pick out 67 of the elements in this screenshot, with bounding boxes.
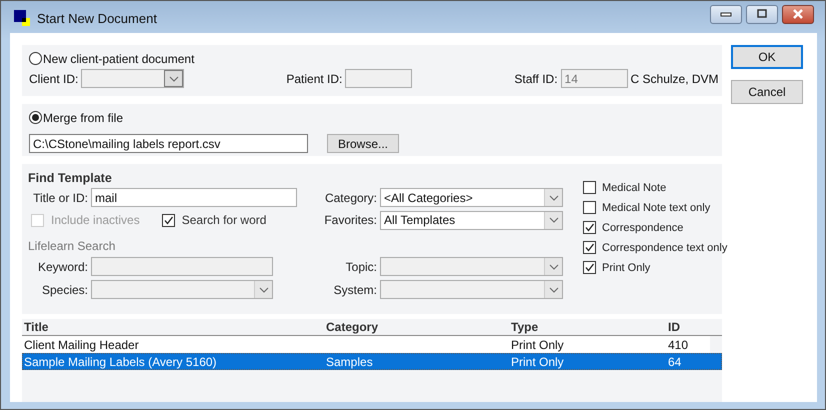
caret-icon [548, 194, 558, 200]
table-row[interactable]: Sample Mailing Labels (Avery 5160) Samples Print Only 64 [22, 353, 722, 370]
field-label: Patient ID: [286, 72, 342, 86]
client-id-dropdown[interactable] [81, 69, 184, 88]
column-header[interactable]: Type [509, 320, 666, 334]
radio-label[interactable]: Merge from file [43, 110, 124, 124]
checkbox[interactable] [583, 201, 596, 214]
field-label: Topic: [344, 260, 377, 274]
ok-button[interactable]: OK [731, 45, 803, 69]
staff-id-field[interactable]: 14 [560, 69, 628, 88]
minimize-button[interactable] [710, 4, 742, 24]
field-label: Category: [324, 190, 377, 204]
cancel-button[interactable]: Cancel [731, 80, 803, 104]
table-cell-text: 410 [667, 338, 690, 352]
checkbox[interactable] [583, 221, 596, 234]
keyword-field[interactable] [91, 257, 273, 276]
checkbox[interactable] [162, 214, 175, 226]
field-label: Staff ID: [514, 72, 558, 86]
column-header[interactable]: Category [324, 320, 509, 334]
favorites-dropdown[interactable]: All Templates [380, 210, 563, 230]
caret-icon [548, 286, 558, 292]
browse-button[interactable]: Browse... [327, 134, 399, 153]
close-button[interactable] [782, 4, 814, 24]
file-path-field[interactable]: C:\CStone\mailing labels report.csv [29, 134, 308, 153]
table-cell-text: Client Mailing Header [23, 338, 140, 352]
radio-label[interactable]: New client-patient document [43, 52, 194, 66]
radio-button[interactable] [29, 52, 42, 65]
table-cell-text: Print Only [510, 338, 565, 352]
checkbox-label[interactable]: Print Only [602, 262, 650, 274]
close-icon [792, 9, 804, 19]
patient-id-field[interactable] [345, 69, 412, 88]
checkbox[interactable] [583, 181, 596, 194]
section-heading: Lifelearn Search [28, 239, 116, 255]
checkbox-label[interactable]: Medical Note text only [602, 202, 710, 214]
table-cell-text: 64 [667, 354, 682, 368]
field-label: Client ID: [29, 72, 78, 86]
column-header[interactable]: Title [22, 320, 324, 334]
maximize-icon [756, 9, 768, 19]
field-label: Keyword: [36, 260, 88, 274]
maximize-button[interactable] [746, 4, 778, 24]
column-header[interactable]: ID [666, 320, 710, 334]
caret-icon [258, 286, 268, 292]
section-heading: Find Template [28, 170, 113, 184]
table-cell-text: Samples [325, 354, 374, 368]
checkbox[interactable] [583, 241, 596, 254]
minimize-icon [720, 11, 732, 17]
table-cell-text: Print Only [510, 354, 565, 368]
title-field[interactable]: mail [91, 188, 297, 207]
table-row[interactable]: Client Mailing Header Print Only 410 [22, 336, 710, 353]
checkbox[interactable] [583, 261, 596, 274]
field-label: Species: [40, 282, 88, 296]
staff-name: C Schulze, DVM [630, 72, 719, 86]
field-label: System: [332, 282, 377, 296]
field-label: Favorites: [323, 213, 377, 227]
caret-icon [548, 264, 558, 270]
radio-button[interactable] [29, 111, 42, 124]
field-label: Title or ID: [32, 190, 88, 204]
caret-icon [548, 217, 558, 223]
checkbox-label[interactable]: Medical Note [602, 182, 666, 194]
window-title: Start New Document [37, 10, 157, 26]
caret-icon [168, 76, 179, 82]
app-icon [14, 10, 30, 26]
checkbox-label[interactable]: Search for word [182, 213, 266, 227]
checkbox-label[interactable]: Correspondence text only [602, 242, 728, 254]
category-dropdown[interactable]: <All Categories> [380, 188, 563, 207]
table-cell-text: Sample Mailing Labels (Avery 5160) [23, 354, 218, 368]
checkbox-label[interactable]: Correspondence [602, 222, 684, 234]
